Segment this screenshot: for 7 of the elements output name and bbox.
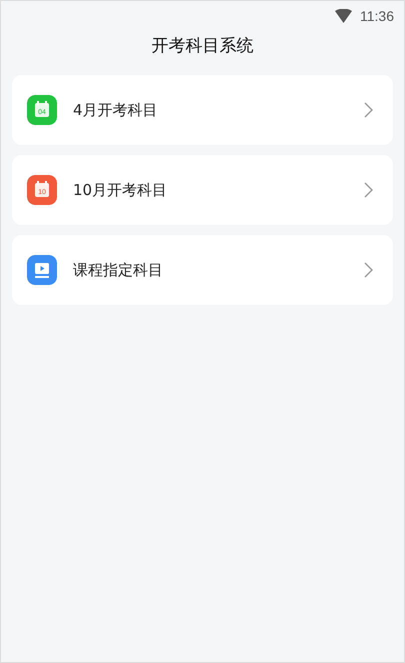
chevron-right-icon xyxy=(364,102,373,118)
page-title: 开考科目系统 xyxy=(152,35,254,58)
wifi-icon xyxy=(335,9,352,23)
chevron-right-icon xyxy=(364,182,373,198)
chevron-right-icon xyxy=(364,262,373,278)
menu-item[interactable]: 课程指定科目 xyxy=(12,235,393,305)
status-time: 11:36 xyxy=(360,6,394,26)
